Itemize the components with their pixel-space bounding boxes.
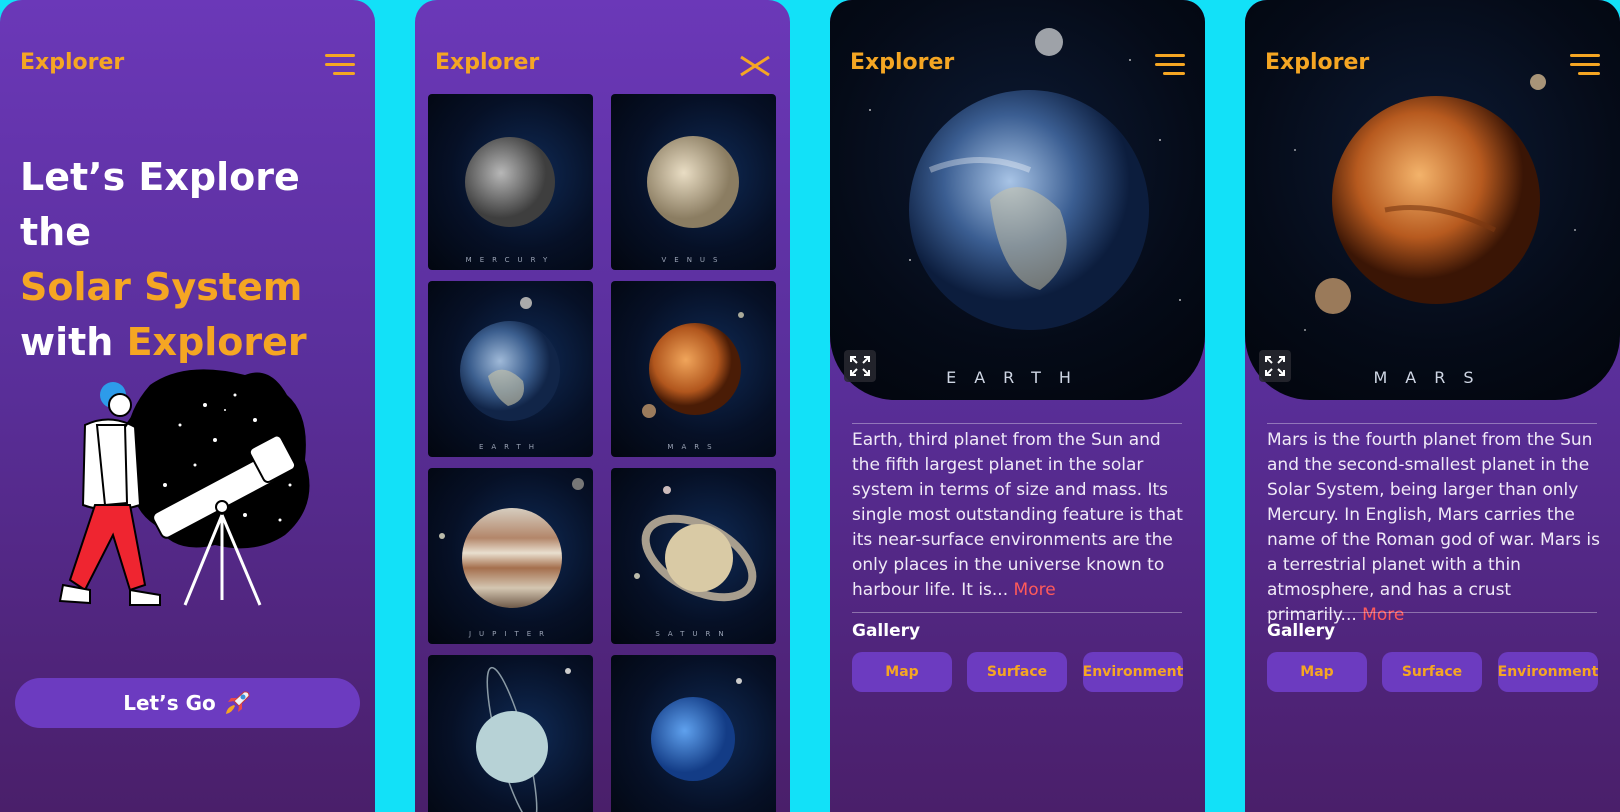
hero-accent: Solar System bbox=[20, 265, 303, 309]
lets-go-button[interactable]: Let’s Go bbox=[15, 678, 360, 728]
gallery-map-button[interactable]: Map bbox=[852, 652, 952, 692]
tile-jupiter[interactable]: JUPITER bbox=[428, 468, 593, 644]
brand-title: Explorer bbox=[20, 50, 125, 75]
uranus-image bbox=[476, 666, 571, 812]
more-link[interactable]: More bbox=[1362, 605, 1404, 625]
brand-title: Explorer bbox=[1265, 50, 1370, 75]
mars-detail-screen: Explorer MARS Mars is the fourth planet … bbox=[1245, 0, 1620, 812]
menu-icon[interactable] bbox=[1570, 54, 1600, 76]
tile-uranus[interactable] bbox=[428, 655, 593, 812]
gallery-surface-button[interactable]: Surface bbox=[1382, 652, 1482, 692]
earth-image bbox=[460, 297, 560, 421]
tile-mars[interactable]: MARS bbox=[611, 281, 776, 457]
tile-neptune[interactable] bbox=[611, 655, 776, 812]
description-text: Mars is the fourth planet from the Sun a… bbox=[1267, 430, 1600, 625]
hero-with: with bbox=[20, 320, 114, 364]
menu-icon[interactable] bbox=[325, 54, 355, 76]
tile-label: JUPITER bbox=[468, 630, 553, 638]
home-screen: Explorer Let’s Explore the Solar System … bbox=[0, 0, 375, 812]
divider bbox=[1267, 423, 1597, 424]
jupiter-image bbox=[439, 478, 584, 608]
tile-earth[interactable]: EARTH bbox=[428, 281, 593, 457]
cta-label: Let’s Go bbox=[123, 691, 216, 715]
tile-label: MERCURY bbox=[465, 256, 556, 264]
menu-icon[interactable] bbox=[1155, 54, 1185, 76]
astronomer-illustration bbox=[58, 369, 310, 606]
planet-title: MARS bbox=[1373, 368, 1492, 387]
tile-venus[interactable]: VENUS bbox=[611, 94, 776, 270]
divider bbox=[852, 612, 1182, 613]
tile-label: MARS bbox=[667, 443, 720, 451]
tile-mercury[interactable]: MERCURY bbox=[428, 94, 593, 270]
brand-title: Explorer bbox=[435, 50, 540, 75]
hero-brand: Explorer bbox=[126, 320, 307, 364]
tile-label: EARTH bbox=[478, 443, 543, 451]
planet-description: Earth, third planet from the Sun and the… bbox=[852, 428, 1185, 603]
gallery-heading: Gallery bbox=[1267, 621, 1336, 641]
tile-saturn[interactable]: SATURN bbox=[611, 468, 776, 644]
divider bbox=[852, 423, 1182, 424]
hero-heading: Let’s Explore the Solar System with Expl… bbox=[20, 150, 360, 370]
rocket-icon bbox=[225, 691, 250, 714]
mercury-image bbox=[465, 137, 555, 227]
close-icon[interactable] bbox=[738, 54, 772, 78]
gallery-map-button[interactable]: Map bbox=[1267, 652, 1367, 692]
gallery-environment-button[interactable]: Environment bbox=[1498, 652, 1598, 692]
planet-title: EARTH bbox=[946, 368, 1089, 387]
planet-description: Mars is the fourth planet from the Sun a… bbox=[1267, 428, 1600, 628]
tile-label: SATURN bbox=[655, 630, 732, 638]
brand-title: Explorer bbox=[850, 50, 955, 75]
divider bbox=[1267, 612, 1597, 613]
description-text: Earth, third planet from the Sun and the… bbox=[852, 430, 1183, 600]
hero-line-3: with Explorer bbox=[20, 315, 360, 370]
planet-menu-screen: Explorer MERCURY VENUS EARTH MARS JUPITE… bbox=[415, 0, 790, 812]
gallery-heading: Gallery bbox=[852, 621, 921, 641]
mars-image bbox=[642, 312, 744, 418]
tile-label: VENUS bbox=[661, 256, 726, 264]
more-link[interactable]: More bbox=[1014, 580, 1056, 600]
gallery-surface-button[interactable]: Surface bbox=[967, 652, 1067, 692]
venus-image bbox=[647, 136, 739, 228]
gallery-environment-button[interactable]: Environment bbox=[1083, 652, 1183, 692]
neptune-image bbox=[651, 678, 742, 781]
earth-detail-screen: Explorer EARTH Earth, third planet from … bbox=[830, 0, 1205, 812]
saturn-image bbox=[634, 486, 757, 602]
hero-line-1: Let’s Explore the bbox=[20, 155, 300, 254]
